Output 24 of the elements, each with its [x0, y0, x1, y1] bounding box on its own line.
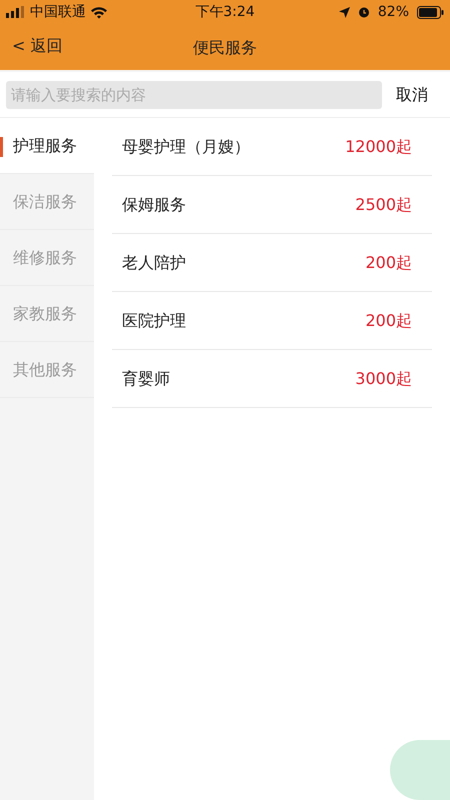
- service-name: 保姆服务: [122, 194, 186, 216]
- service-name: 医院护理: [122, 310, 186, 332]
- signal-icon: [6, 6, 26, 18]
- alarm-icon: [358, 6, 370, 18]
- carrier-name: 中国联通: [30, 2, 86, 22]
- wifi-icon: [90, 6, 108, 18]
- page-title: 便民服务: [193, 38, 257, 57]
- floating-button[interactable]: [390, 740, 450, 800]
- service-price: 2500起: [355, 194, 412, 216]
- service-price: 200起: [365, 310, 412, 332]
- cancel-button[interactable]: 取消: [382, 82, 444, 106]
- service-name: 育婴师: [122, 368, 170, 390]
- back-button[interactable]: < 返回: [0, 34, 62, 58]
- service-price: 12000起: [345, 136, 412, 158]
- battery-percent: 82%: [378, 2, 409, 22]
- battery-icon: [417, 6, 444, 18]
- category-tab[interactable]: 护理服务: [0, 118, 94, 174]
- service-price: 200起: [365, 252, 412, 274]
- search-field[interactable]: 请输入要搜索的内容: [6, 80, 382, 108]
- service-price: 3000起: [355, 368, 412, 390]
- service-name: 老人陪护: [122, 252, 186, 274]
- status-time: 下午3:24: [195, 4, 255, 20]
- location-icon: [338, 6, 350, 18]
- service-name: 母婴护理（月嫂）: [122, 136, 250, 158]
